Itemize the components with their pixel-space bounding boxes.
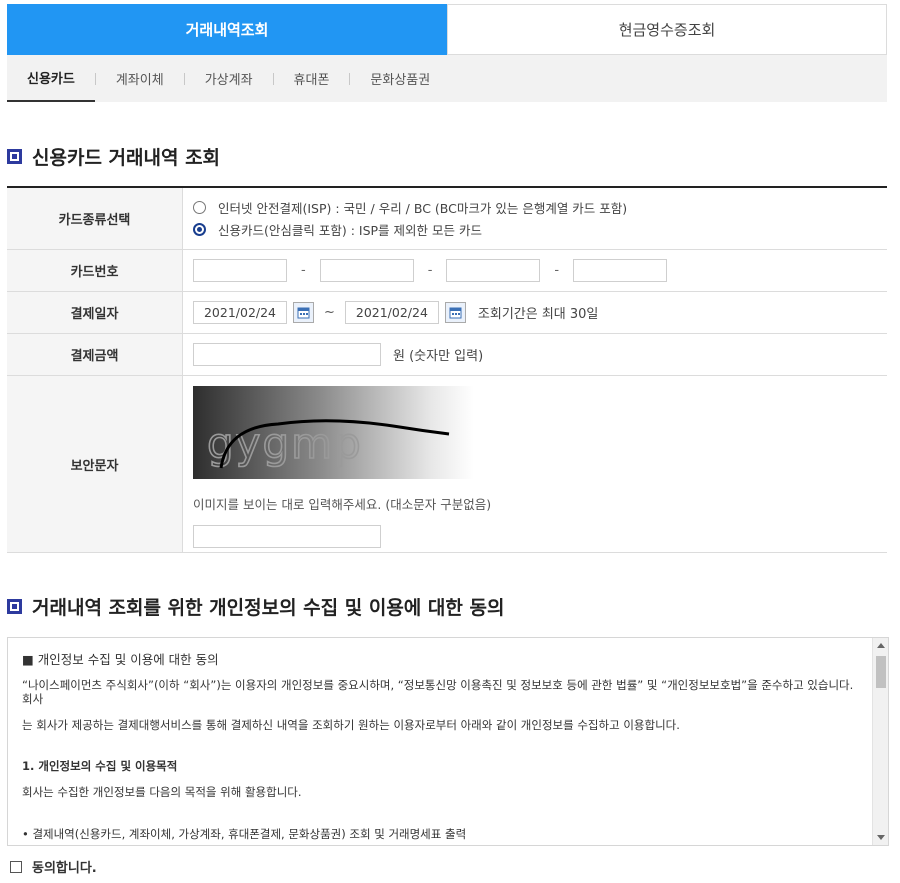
consent-text: 회사는 수집한 개인정보를 다음의 목적을 위해 활용합니다. (22, 785, 302, 800)
subtab-credit-card[interactable]: 신용카드 (7, 55, 95, 102)
label-amount: 결제금액 (7, 334, 183, 375)
radio-isp-label: 인터넷 안전결제(ISP) : 국민 / 우리 / BC (BC마크가 있는 은… (218, 201, 628, 216)
agree-label: 동의합니다. (32, 861, 97, 876)
card-number-separator: - (301, 263, 306, 278)
captcha-cell: gygmp 이미지를 보이는 대로 입력해주세요. (대소문자 구분없음) (183, 376, 887, 552)
captcha-image: gygmp (193, 386, 474, 479)
label-pay-date: 결제일자 (7, 292, 183, 333)
label-captcha: 보안문자 (7, 376, 183, 552)
consent-heading: ■ 개인정보 수집 및 이용에 대한 동의 (22, 652, 219, 667)
subtab-gift-card[interactable]: 문화상품권 (350, 55, 450, 102)
section-title-text: 신용카드 거래내역 조회 (32, 147, 221, 169)
row-pay-date: 결제일자 ~ 조회기간은 최대 30일 (7, 292, 887, 334)
scroll-thumb[interactable] (876, 656, 886, 688)
row-captcha: 보안문자 gygmp 이미지를 보이는 대로 입력해주세요. (대소문자 구분없… (7, 376, 887, 553)
radio-credit-card[interactable] (193, 223, 206, 236)
card-number-separator: - (427, 263, 433, 278)
consent-content: ■ 개인정보 수집 및 이용에 대한 동의 “나이스페이먼츠 주식회사”(이하 … (22, 652, 862, 845)
captcha-input[interactable] (193, 525, 381, 548)
consent-para-line: 는 회사가 제공하는 결제대행서비스를 통해 결제하신 내역을 조회하기 원하는… (22, 717, 680, 732)
card-number-input-3[interactable] (446, 259, 541, 282)
consent-textbox[interactable]: ■ 개인정보 수집 및 이용에 대한 동의 “나이스페이먼츠 주식회사”(이하 … (7, 637, 889, 846)
label-card-type: 카드종류선택 (7, 188, 183, 249)
tab-transaction-history[interactable]: 거래내역조회 (7, 4, 447, 55)
date-range-tilde: ~ (324, 305, 335, 320)
card-number-input-4[interactable] (573, 259, 668, 282)
card-number-separator: - (554, 263, 560, 278)
card-number-cell: - - - (183, 250, 887, 291)
agree-checkbox-row[interactable]: 동의합니다. (10, 857, 97, 876)
consent-bullet: • 결제내역(신용카드, 계좌이체, 가상계좌, 휴대폰결제, 문화상품권) 조… (22, 826, 467, 841)
section-title-consent: 거래내역 조회를 위한 개인정보의 수집 및 이용에 대한 동의 (7, 593, 504, 620)
top-tab-bar: 거래내역조회 현금영수증조회 (7, 4, 887, 55)
pay-date-cell: ~ 조회기간은 최대 30일 (183, 292, 887, 333)
amount-note: 원 (숫자만 입력) (393, 349, 484, 364)
subtab-mobile[interactable]: 휴대폰 (274, 55, 350, 102)
card-type-cell: 인터넷 안전결제(ISP) : 국민 / 우리 / BC (BC마크가 있는 은… (183, 188, 887, 249)
section-title-credit-card: 신용카드 거래내역 조회 (7, 143, 220, 170)
tab-cash-receipt[interactable]: 현금영수증조회 (447, 4, 887, 55)
section-bullet-icon (7, 149, 22, 164)
calendar-icon[interactable] (444, 302, 466, 323)
consent-subtitle: 1. 개인정보의 수집 및 이용목적 (22, 759, 178, 774)
row-card-type: 카드종류선택 인터넷 안전결제(ISP) : 국민 / 우리 / BC (BC마… (7, 188, 887, 250)
amount-input[interactable] (193, 343, 381, 366)
section-title-text: 거래내역 조회를 위한 개인정보의 수집 및 이용에 대한 동의 (32, 597, 505, 619)
card-type-option-credit[interactable]: 신용카드(안심클릭 포함) : ISP를 제외한 모든 카드 (193, 220, 627, 239)
radio-credit-card-label: 신용카드(안심클릭 포함) : ISP를 제외한 모든 카드 (218, 223, 482, 238)
search-form: 카드종류선택 인터넷 안전결제(ISP) : 국민 / 우리 / BC (BC마… (7, 186, 887, 553)
card-type-option-isp[interactable]: 인터넷 안전결제(ISP) : 국민 / 우리 / BC (BC마크가 있는 은… (193, 198, 627, 217)
radio-isp[interactable] (193, 201, 206, 214)
subtab-bank-transfer[interactable]: 계좌이체 (96, 55, 184, 102)
label-card-number: 카드번호 (7, 250, 183, 291)
row-card-number: 카드번호 - - - (7, 250, 887, 292)
agree-checkbox[interactable] (10, 860, 22, 873)
consent-scrollbar[interactable] (872, 638, 888, 845)
consent-para-line: “나이스페이먼츠 주식회사”(이하 “회사”)는 이용자의 개인정보를 중요시하… (22, 678, 854, 706)
row-amount: 결제금액 원 (숫자만 입력) (7, 334, 887, 376)
scroll-up-icon[interactable] (877, 643, 885, 648)
section-bullet-icon (7, 599, 22, 614)
card-number-input-2[interactable] (319, 259, 414, 282)
captcha-help-text: 이미지를 보이는 대로 입력해주세요. (대소문자 구분없음) (193, 497, 492, 512)
date-to-input[interactable] (344, 301, 439, 324)
card-type-radio-group: 인터넷 안전결제(ISP) : 국민 / 우리 / BC (BC마크가 있는 은… (193, 198, 627, 239)
date-range-note: 조회기간은 최대 30일 (477, 307, 599, 322)
card-number-input-1[interactable] (193, 259, 287, 282)
subtab-virtual-account[interactable]: 가상계좌 (185, 55, 273, 102)
calendar-icon[interactable] (293, 302, 314, 323)
payment-method-tabs: 신용카드 계좌이체 가상계좌 휴대폰 문화상품권 (7, 55, 887, 102)
amount-cell: 원 (숫자만 입력) (183, 334, 887, 375)
date-from-input[interactable] (193, 301, 287, 324)
scroll-down-icon[interactable] (877, 835, 885, 840)
